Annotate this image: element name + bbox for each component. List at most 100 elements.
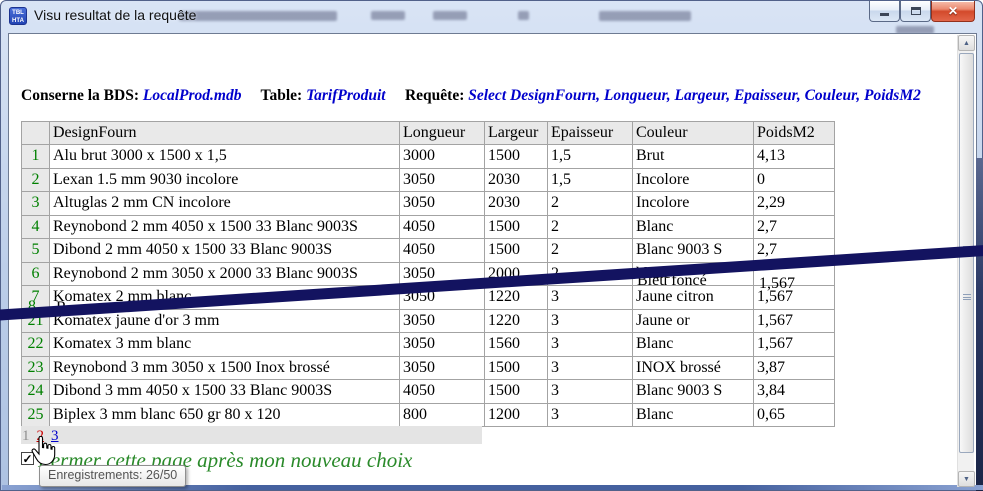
data-cell: Alu brut 3000 x 1500 x 1,5 [50,145,400,169]
maximize-button[interactable] [900,1,931,22]
column-header: Epaisseur [548,122,633,145]
data-cell: 3050 [400,309,485,333]
data-cell: Lexan 1.5 mm 9030 incolore [50,168,400,192]
window-right-border [976,158,983,491]
ghost-artifact [179,11,337,21]
table-row: 23Reynobond 3 mm 3050 x 1500 Inox brossé… [22,356,835,380]
column-header: Longueur [400,122,485,145]
row-number-cell: 23 [22,356,50,380]
close-icon: ✕ [948,4,958,18]
data-cell: 1220 [485,286,548,310]
data-cell: 3,84 [754,380,835,404]
column-header: Couleur [633,122,754,145]
ghost-artifact [518,11,529,20]
column-header: DesignFourn [50,122,400,145]
row-number-cell: 1 [22,145,50,169]
data-cell: 3 [548,356,633,380]
up-arrow-icon: ▲ [963,40,970,47]
data-cell: 3 [548,403,633,427]
data-cell: Altuglas 2 mm CN incolore [50,192,400,216]
data-cell: 2 [548,239,633,263]
data-cell: Jaune or [633,309,754,333]
data-cell: 3 [548,309,633,333]
data-cell: Blanc [633,215,754,239]
data-cell: 4050 [400,215,485,239]
table-header-row: DesignFournLongueurLargeurEpaisseurCoule… [22,122,835,145]
query-segment: Conserne la BDS: [21,87,143,104]
data-cell: 4,13 [754,145,835,169]
down-arrow-icon: ▼ [963,476,970,483]
table-row: 21Komatex jaune d'or 3 mm305012203Jaune … [22,309,835,333]
data-cell: Dibond 3 mm 4050 x 1500 33 Blanc 9003S [50,380,400,404]
table-row: 2Lexan 1.5 mm 9030 incolore305020301,5In… [22,168,835,192]
data-cell: Blanc 9003 S [633,239,754,263]
data-cell: 3050 [400,192,485,216]
data-cell: INOX brossé [633,356,754,380]
data-cell: 3 [548,380,633,404]
screenshot-root: TBLHTA Visu resultat de la requête ✕ Con… [0,0,983,491]
data-cell: 3050 [400,168,485,192]
data-cell: 1,567 [754,333,835,357]
table-row: 25Biplex 3 mm blanc 650 gr 80 x 12080012… [22,403,835,427]
data-cell: Biplex 3 mm blanc 650 gr 80 x 120 [50,403,400,427]
pagination-band [21,426,482,444]
row-number-cell: 22 [22,333,50,357]
scroll-up-button[interactable]: ▲ [958,35,975,51]
row-number-cell: 25 [22,403,50,427]
data-cell: 2 [548,192,633,216]
ghost-artifact [433,11,467,20]
data-cell: 1500 [485,380,548,404]
ghost-artifact [371,11,405,20]
minimize-button[interactable] [869,1,900,22]
data-cell: 2 [548,215,633,239]
table-row: 1Alu brut 3000 x 1500 x 1,5300015001,5Br… [22,145,835,169]
data-cell: 4050 [400,239,485,263]
data-cell: 1,5 [548,168,633,192]
column-header: Largeur [485,122,548,145]
hand-cursor-icon [30,436,57,467]
app-icon: TBLHTA [9,7,27,25]
table-row: 4Reynobond 2 mm 4050 x 1500 33 Blanc 900… [22,215,835,239]
data-cell: 2030 [485,168,548,192]
table-row: 24Dibond 3 mm 4050 x 1500 33 Blanc 9003S… [22,380,835,404]
query-line-1: Conserne la BDS: LocalProd.mdb Table: Ta… [21,86,951,105]
data-cell: 2,29 [754,192,835,216]
data-cell: Reynobond 2 mm 3050 x 2000 33 Blanc 9003… [50,262,400,286]
data-cell: Brut [633,145,754,169]
data-cell: Blanc 9003 S [633,380,754,404]
data-cell: 4050 [400,380,485,404]
data-cell: 0 [754,168,835,192]
data-cell: 1220 [485,309,548,333]
titlebar[interactable]: TBLHTA Visu resultat de la requête ✕ [1,1,982,31]
seam-poids-fragment: 1,567 [759,275,795,293]
row-number-cell: 24 [22,380,50,404]
data-cell: Dibond 2 mm 4050 x 1500 33 Blanc 9003S [50,239,400,263]
data-cell: 0,65 [754,403,835,427]
data-cell: Blanc [633,333,754,357]
vertical-scrollbar[interactable]: ▲ ▼ [957,35,974,487]
records-tooltip: Enregistrements: 26/50 [39,465,186,487]
query-segment: TarifProduit [306,87,386,104]
data-cell: Incolore [633,192,754,216]
hand-cursor [30,436,57,472]
data-cell: 3000 [400,145,485,169]
query-segment: Requête: [386,87,469,104]
row-number-cell: 5 [22,239,50,263]
query-segment: Select DesignFourn, Longueur, Largeur, E… [468,87,921,104]
page-link-1[interactable]: 1 [22,428,30,444]
close-button[interactable]: ✕ [931,1,975,22]
data-cell: 1200 [485,403,548,427]
data-cell: 2,7 [754,215,835,239]
data-cell: Reynobond 2 mm 4050 x 1500 33 Blanc 9003… [50,215,400,239]
scroll-down-button[interactable]: ▼ [958,471,975,487]
ghost-artifact [599,11,691,21]
column-header: PoidsM2 [754,122,835,145]
data-cell: Incolore [633,168,754,192]
data-cell: Blanc [633,403,754,427]
data-cell: 3 [548,286,633,310]
data-cell: 3 [548,333,633,357]
data-cell: 1,5 [548,145,633,169]
data-cell: 3050 [400,333,485,357]
row-number-cell: 2 [22,168,50,192]
data-cell: 1500 [485,145,548,169]
